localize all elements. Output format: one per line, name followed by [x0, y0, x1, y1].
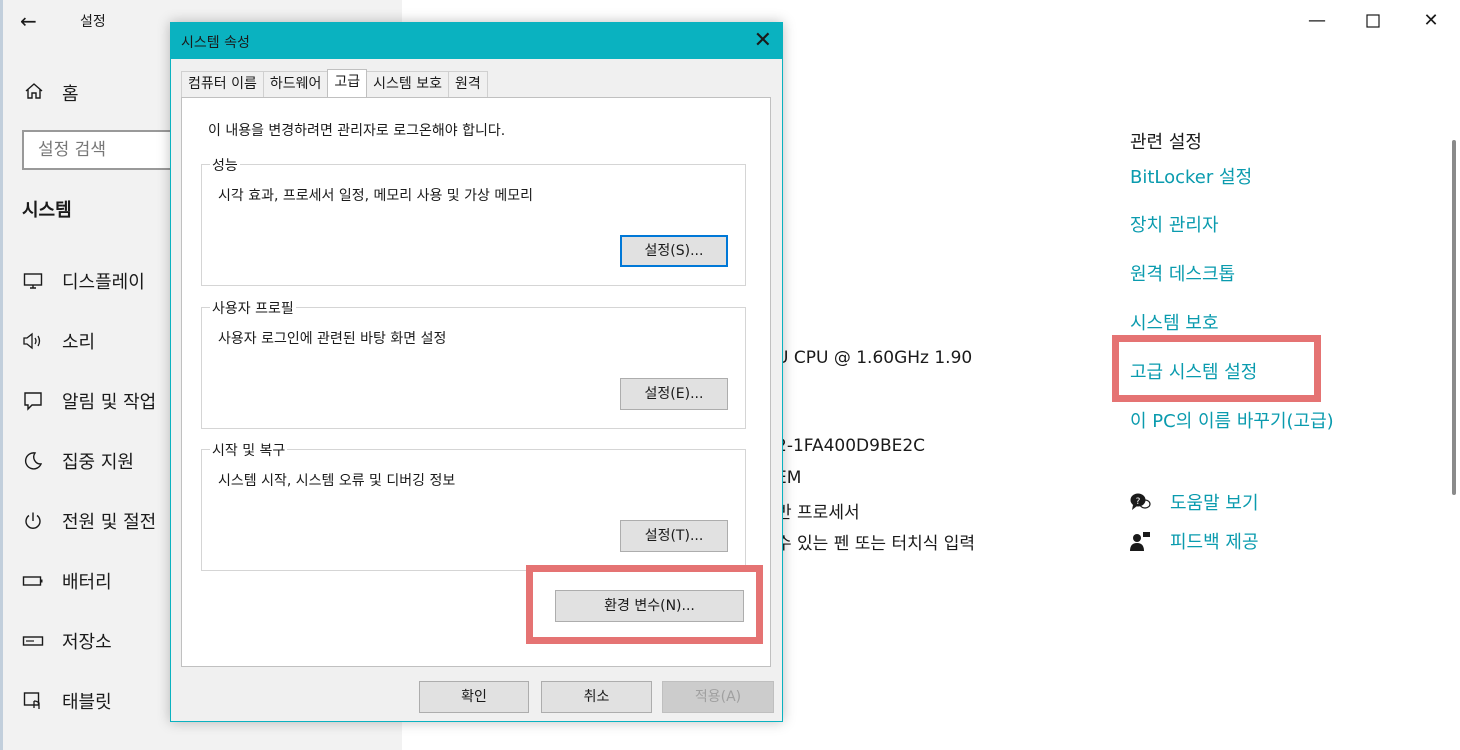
performance-group: 성능 시각 효과, 프로세서 일정, 메모리 사용 및 가상 메모리 설정(S)…	[201, 155, 746, 286]
speaker-icon	[22, 330, 44, 352]
app-title: 설정	[80, 14, 106, 30]
startup-recovery-desc: 시스템 시작, 시스템 오류 및 디버깅 정보	[218, 473, 456, 489]
power-icon	[22, 510, 44, 532]
rename-pc-link[interactable]: 이 PC의 이름 바꾸기(고급)	[1130, 407, 1334, 433]
maximize-icon[interactable]	[1358, 6, 1388, 36]
system-protection-link[interactable]: 시스템 보호	[1130, 309, 1219, 335]
get-help-label: 도움말 보기	[1170, 493, 1259, 514]
remote-desktop-link[interactable]: 원격 데스크톱	[1130, 260, 1235, 286]
nav-item-display[interactable]: 디스플레이	[22, 266, 145, 296]
nav-item-label: 알림 및 작업	[62, 392, 157, 413]
related-settings-title: 관련 설정	[1130, 132, 1202, 153]
device-manager-link[interactable]: 장치 관리자	[1130, 211, 1219, 237]
battery-icon	[22, 570, 44, 592]
scrollbar[interactable]	[1452, 140, 1456, 495]
tab-hardware[interactable]: 하드웨어	[262, 71, 329, 97]
nav-item-label: 저장소	[62, 632, 112, 653]
nav-item-label: 전원 및 절전	[62, 512, 157, 533]
nav-item-label: 태블릿	[62, 692, 112, 713]
tab-advanced[interactable]: 고급	[327, 69, 368, 97]
monitor-icon	[22, 270, 44, 292]
startup-recovery-settings-button[interactable]: 설정(T)...	[620, 520, 728, 552]
highlight-environment-variables	[526, 565, 763, 644]
nav-item-power[interactable]: 전원 및 절전	[22, 506, 156, 536]
feedback-person-icon	[1128, 530, 1152, 552]
apply-button[interactable]: 적용(A)	[662, 681, 774, 713]
nav-home[interactable]: 홈	[22, 78, 79, 108]
nav-item-tablet[interactable]: 태블릿	[22, 686, 112, 716]
nav-item-label: 집중 지원	[62, 452, 134, 473]
message-icon	[22, 390, 44, 412]
dialog-title: 시스템 속성	[181, 35, 250, 51]
nav-item-notifications[interactable]: 알림 및 작업	[22, 386, 156, 416]
ok-button[interactable]: 확인	[419, 681, 529, 713]
tab-system-protection[interactable]: 시스템 보호	[366, 71, 450, 97]
nav-item-label: 소리	[62, 332, 96, 353]
nav-item-focus[interactable]: 집중 지원	[22, 446, 134, 476]
nav-item-storage[interactable]: 저장소	[22, 626, 112, 656]
nav-item-label: 배터리	[62, 572, 112, 593]
dialog-close-icon[interactable]: ✕	[754, 27, 772, 55]
system-type-text: 반 프로세서	[776, 503, 860, 523]
back-arrow-icon[interactable]: ←	[20, 8, 46, 34]
nav-home-label: 홈	[62, 84, 79, 105]
user-profiles-group: 사용자 프로필 사용자 로그인에 관련된 바탕 화면 설정 설정(E)...	[201, 298, 746, 429]
device-id-text: 2-1FA400D9BE2C	[776, 436, 926, 456]
nav-item-battery[interactable]: 배터리	[22, 566, 112, 596]
moon-icon	[22, 450, 44, 472]
home-icon	[22, 81, 46, 106]
tab-computer-name[interactable]: 컴퓨터 이름	[181, 71, 264, 97]
startup-recovery-group-label: 시작 및 복구	[210, 440, 288, 460]
section-title: 시스템	[22, 200, 72, 221]
help-chat-icon: ?	[1128, 492, 1152, 512]
close-icon[interactable]: ✕	[1416, 6, 1446, 36]
user-profiles-desc: 사용자 로그인에 관련된 바탕 화면 설정	[218, 331, 447, 347]
nav-item-label: 디스플레이	[62, 272, 145, 293]
bitlocker-link[interactable]: BitLocker 설정	[1130, 163, 1252, 189]
dialog-tabs: 컴퓨터 이름 하드웨어 고급 시스템 보호 원격	[181, 69, 488, 97]
performance-group-label: 성능	[210, 155, 240, 175]
startup-recovery-group: 시작 및 복구 시스템 시작, 시스템 오류 및 디버깅 정보 설정(T)...	[201, 440, 746, 571]
give-feedback-link[interactable]: 피드백 제공	[1128, 528, 1259, 554]
performance-desc: 시각 효과, 프로세서 일정, 메모리 사용 및 가상 메모리	[218, 188, 533, 204]
pen-touch-text: 수 있는 펜 또는 터치식 입력	[776, 534, 976, 554]
tab-remote[interactable]: 원격	[448, 71, 488, 97]
window-edge	[0, 0, 3, 750]
give-feedback-label: 피드백 제공	[1170, 532, 1259, 553]
user-profiles-group-label: 사용자 프로필	[210, 298, 296, 318]
admin-notice: 이 내용을 변경하려면 관리자로 로그온해야 합니다.	[208, 123, 506, 139]
cpu-info-text: U CPU @ 1.60GHz 1.90	[776, 348, 973, 368]
nav-item-sound[interactable]: 소리	[22, 326, 95, 356]
dialog-titlebar[interactable]: 시스템 속성 ✕	[171, 23, 782, 59]
cancel-button[interactable]: 취소	[541, 681, 652, 713]
performance-settings-button[interactable]: 설정(S)...	[620, 235, 728, 267]
highlight-advanced-settings	[1112, 335, 1321, 402]
minimize-icon[interactable]: —	[1302, 6, 1332, 36]
user-profiles-settings-button[interactable]: 설정(E)...	[620, 378, 728, 410]
drive-icon	[22, 630, 44, 652]
get-help-link[interactable]: ? 도움말 보기	[1128, 489, 1259, 515]
tablet-icon	[22, 690, 44, 712]
